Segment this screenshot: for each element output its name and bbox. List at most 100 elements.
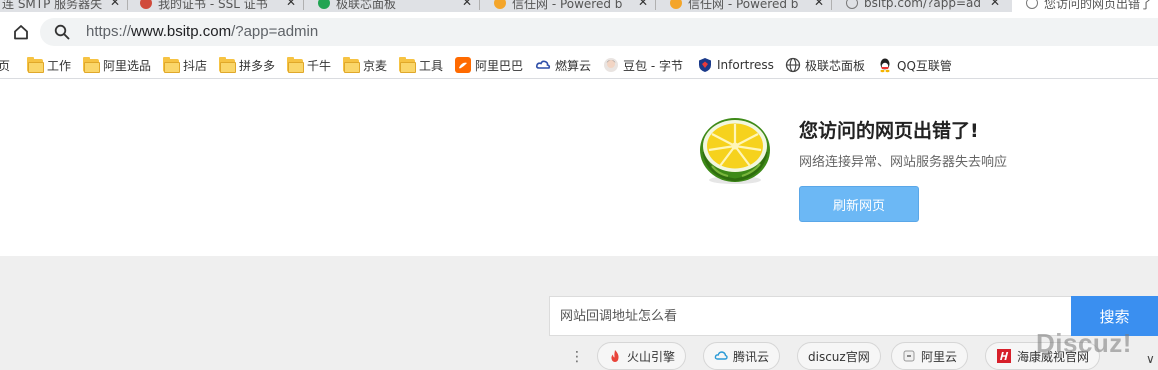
tab-trust-site-2[interactable]: 信任网 - Powered b ✕ — [656, 0, 832, 12]
hikvision-icon — [997, 349, 1011, 363]
tab-bsitp-admin[interactable]: bsitp.com/?app=ad ✕ — [832, 0, 1008, 12]
tab-panel[interactable]: 极联芯面板 ✕ — [304, 0, 480, 12]
tab-strip: 连 SMTP 服务器失 ✕ 我的证书 - SSL 证书 ✕ 极联芯面板 ✕ 信任… — [0, 0, 1158, 12]
bookmark-label: 京麦 — [363, 58, 388, 73]
doubao-icon — [604, 58, 618, 72]
tab-title: bsitp.com/?app=ad — [864, 0, 981, 10]
bookmark-folder-pinduoduo[interactable]: 拼多多 — [219, 56, 275, 74]
folder-icon — [343, 56, 360, 73]
volcano-icon — [611, 350, 619, 362]
bookmark-folder-qianniu[interactable]: 千牛 — [287, 56, 331, 74]
quick-link-label: 火山引擎 — [627, 349, 676, 364]
close-icon[interactable]: ✕ — [990, 0, 1000, 9]
error-subtitle: 网络连接异常、网站服务器失去响应 — [799, 155, 1008, 170]
browser-toolbar: https://www.bsitp.com/?app=admin — [0, 12, 1158, 52]
globe-icon — [846, 0, 858, 9]
bolt-icon — [670, 0, 682, 9]
bookmark-folder-jingmai[interactable]: 京麦 — [343, 56, 387, 74]
bookmarks-bar: 页 工作 阿里选品 抖店 拼多多 千牛 京麦 工具 阿里巴巴 燃算云 豆包 - … — [0, 52, 1158, 79]
search-icon — [54, 24, 70, 40]
bookmark-label: Infortress — [717, 58, 774, 72]
bookmark-folder-ali-selection[interactable]: 阿里选品 — [83, 56, 151, 74]
bookmark-home[interactable]: 页 — [0, 56, 10, 74]
bookmark-label: 阿里巴巴 — [475, 58, 524, 73]
bookmark-label: 工作 — [47, 58, 72, 73]
refresh-button[interactable]: 刷新网页 — [799, 186, 919, 222]
quick-link-volcano-engine[interactable]: 火山引擎 — [597, 342, 687, 370]
discuz-watermark: Discuz! — [1036, 328, 1132, 358]
more-options-icon[interactable]: ⋮ — [570, 350, 584, 364]
close-icon[interactable]: ✕ — [110, 0, 120, 9]
tab-error-page[interactable]: 您访问的网页出错了 — [1012, 0, 1158, 12]
close-icon[interactable]: ✕ — [814, 0, 824, 9]
folder-icon — [219, 56, 236, 73]
quick-link-tencent-cloud[interactable]: 腾讯云 — [703, 342, 781, 370]
search-section: 搜索 ⋮ 火山引擎 腾讯云 discuz官网 阿里云 海康威视官网 Discuz… — [0, 256, 1158, 370]
cloud-icon — [535, 60, 551, 69]
close-icon[interactable]: ✕ — [462, 0, 472, 9]
tab-smtp[interactable]: 连 SMTP 服务器失 ✕ — [0, 0, 128, 12]
url-text[interactable]: https://www.bsitp.com/?app=admin — [86, 23, 318, 40]
folder-icon — [287, 56, 304, 73]
bookmark-label: 千牛 — [307, 58, 332, 73]
tencent-cloud-icon — [714, 351, 728, 360]
address-bar[interactable]: https://www.bsitp.com/?app=admin — [40, 18, 1158, 46]
folder-icon — [399, 56, 416, 73]
search-box[interactable] — [549, 296, 1072, 336]
bookmark-qq-connect[interactable]: QQ互联管 — [877, 56, 952, 74]
error-page: 您访问的网页出错了! 网络连接异常、网站服务器失去响应 刷新网页 — [0, 80, 1158, 256]
bookmark-doubao[interactable]: 豆包 - 字节 — [603, 56, 683, 74]
bookmark-label: 豆包 - 字节 — [623, 58, 683, 73]
bookmark-infortress[interactable]: Infortress — [697, 56, 774, 74]
folder-icon — [83, 56, 100, 73]
bookmark-label: 阿里选品 — [103, 58, 152, 73]
bookmark-ransuan-cloud[interactable]: 燃算云 — [535, 56, 591, 74]
url-host: www.bsitp.com — [131, 23, 232, 40]
bookmark-label: QQ互联管 — [897, 58, 952, 73]
error-title: 您访问的网页出错了! — [799, 120, 979, 142]
tab-title: 极联芯面板 — [336, 0, 397, 11]
bookmark-label: 页 — [0, 58, 11, 73]
tab-title: 信任网 - Powered b — [688, 0, 799, 11]
qq-icon — [880, 58, 890, 73]
bookmark-folder-work[interactable]: 工作 — [27, 56, 71, 74]
tab-title: 我的证书 - SSL 证书 — [158, 0, 268, 11]
leaf-icon — [318, 0, 330, 9]
quick-link-label: 腾讯云 — [733, 349, 770, 364]
tab-ssl-certificate[interactable]: 我的证书 - SSL 证书 ✕ — [128, 0, 304, 12]
quick-link-label: discuz官网 — [808, 349, 870, 364]
search-input[interactable] — [550, 297, 1072, 335]
globe-icon — [1026, 0, 1038, 9]
quick-link-discuz[interactable]: discuz官网 — [797, 342, 881, 370]
globe-icon — [785, 57, 801, 73]
infortress-icon — [699, 58, 711, 72]
bookmark-panel[interactable]: 极联芯面板 — [785, 56, 865, 74]
bookmark-folder-tools[interactable]: 工具 — [399, 56, 443, 74]
bookmark-label: 抖店 — [183, 58, 208, 73]
bookmark-label: 燃算云 — [555, 58, 592, 73]
tab-title: 连 SMTP 服务器失 — [2, 0, 103, 11]
alibaba-icon — [455, 57, 471, 73]
tab-title: 您访问的网页出错了 — [1044, 0, 1153, 11]
lemon-illustration — [700, 118, 770, 184]
bolt-icon — [494, 0, 506, 9]
tab-title: 信任网 - Powered b — [512, 0, 623, 11]
url-scheme: https:// — [86, 23, 132, 40]
bookmark-label: 极联芯面板 — [805, 58, 866, 73]
bookmark-label: 工具 — [419, 58, 444, 73]
quick-link-label: 阿里云 — [921, 349, 958, 364]
quick-link-aliyun[interactable]: 阿里云 — [891, 342, 969, 370]
aliyun-icon — [903, 350, 915, 362]
tab-trust-site-1[interactable]: 信任网 - Powered b ✕ — [480, 0, 656, 12]
bookmark-alibaba[interactable]: 阿里巴巴 — [455, 56, 523, 74]
folder-icon — [27, 56, 44, 73]
chevron-down-icon[interactable]: ∨ — [1146, 352, 1155, 366]
bookmark-label: 拼多多 — [239, 58, 276, 73]
close-icon[interactable]: ✕ — [286, 0, 296, 9]
certificate-icon — [140, 0, 152, 9]
bookmark-folder-douyin-shop[interactable]: 抖店 — [163, 56, 207, 74]
close-icon[interactable]: ✕ — [638, 0, 648, 9]
url-path: /?app=admin — [231, 23, 319, 40]
home-icon[interactable] — [12, 23, 30, 41]
folder-icon — [163, 56, 180, 73]
